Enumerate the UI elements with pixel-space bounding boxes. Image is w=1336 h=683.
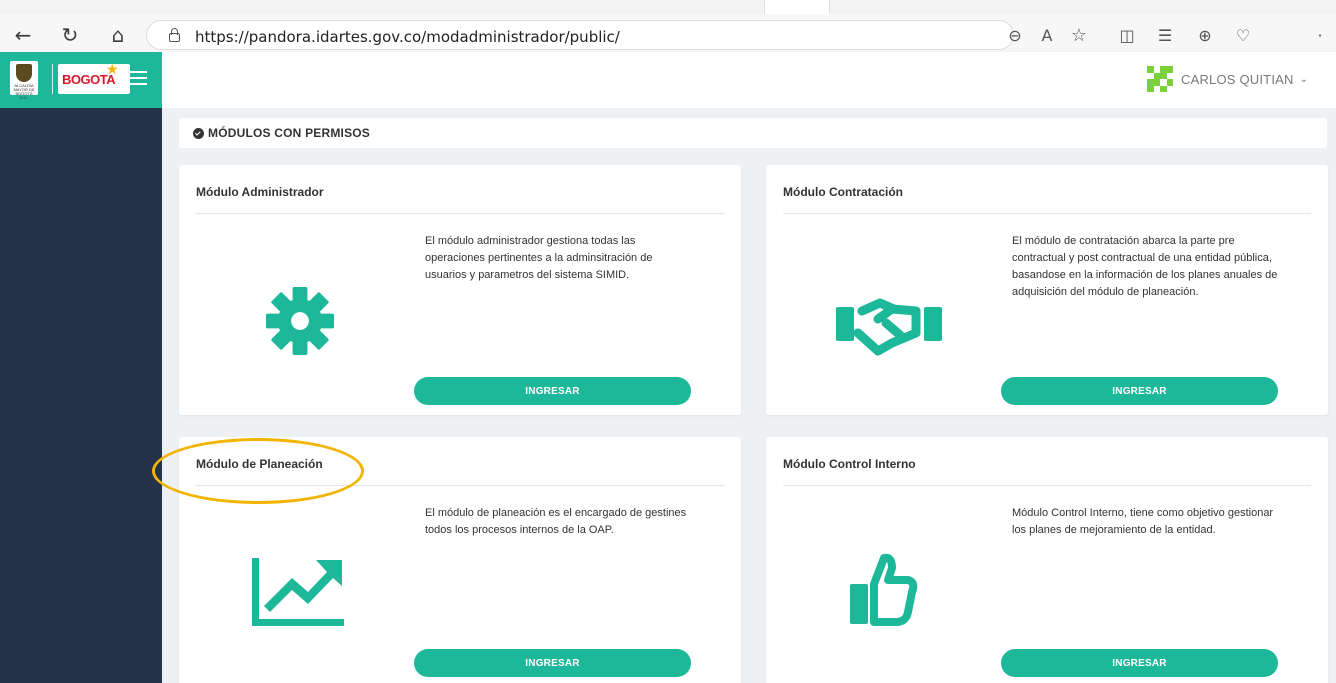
favorite-star-icon[interactable]: ☆ bbox=[1064, 20, 1094, 50]
ingresar-button-contratacion[interactable]: INGRESAR bbox=[1001, 377, 1278, 405]
module-description: El módulo de planeación es el encargado … bbox=[425, 507, 687, 536]
main-content: MÓDULOS CON PERMISOS Módulo Administrado… bbox=[162, 108, 1336, 683]
section-title: MÓDULOS CON PERMISOS bbox=[208, 126, 371, 140]
reload-button[interactable]: ↻ bbox=[55, 20, 85, 50]
split-screen-icon[interactable]: ◫ bbox=[1112, 20, 1142, 50]
app-header: ALCALDÍA MAYOR DE BOGOTÁ D.C. BOGOTA ★ C… bbox=[0, 52, 1336, 108]
brand-area: ALCALDÍA MAYOR DE BOGOTÁ D.C. BOGOTA ★ bbox=[0, 52, 162, 108]
ingresar-button-planeacion[interactable]: INGRESAR bbox=[414, 649, 691, 677]
module-title: Módulo Contratación bbox=[783, 185, 903, 199]
collections-icon[interactable]: ⊕ bbox=[1190, 20, 1220, 50]
module-description: Módulo Control Interno, tiene como objet… bbox=[1012, 507, 1274, 536]
browser-essentials-icon[interactable]: ♡ bbox=[1228, 20, 1258, 50]
sidebar bbox=[0, 108, 162, 683]
module-card-administrador: Módulo Administrador El módulo administr… bbox=[179, 165, 741, 415]
menu-toggle-icon[interactable] bbox=[129, 70, 147, 86]
module-description: El módulo administrador gestiona todas l… bbox=[425, 235, 653, 281]
bogota-coat-of-arms-logo: ALCALDÍA MAYOR DE BOGOTÁ D.C. bbox=[10, 61, 38, 100]
more-icon[interactable]: · bbox=[1310, 20, 1330, 50]
lock-icon bbox=[169, 28, 180, 42]
tab-strip bbox=[0, 0, 1336, 14]
module-card-planeacion: Módulo de Planeación El módulo de planea… bbox=[179, 437, 741, 683]
user-name[interactable]: CARLOS QUITIAN bbox=[1181, 72, 1294, 87]
chevron-down-icon[interactable]: ⌄ bbox=[1300, 74, 1308, 85]
bogota-logo: BOGOTA ★ bbox=[58, 62, 130, 94]
gear-icon bbox=[265, 286, 335, 356]
module-card-contratacion: Módulo Contratación El módulo de contrat… bbox=[766, 165, 1328, 415]
zoom-icon[interactable]: ⊖ bbox=[1000, 20, 1030, 50]
ingresar-button-control-interno[interactable]: INGRESAR bbox=[1001, 649, 1278, 677]
module-card-control-interno: Módulo Control Interno Módulo Control In… bbox=[766, 437, 1328, 683]
handshake-icon bbox=[836, 298, 942, 356]
module-title: Módulo de Planeación bbox=[196, 457, 323, 471]
thumbs-up-icon bbox=[850, 553, 918, 626]
user-avatar bbox=[1147, 66, 1173, 92]
trend-chart-icon bbox=[252, 558, 344, 626]
check-circle-icon bbox=[193, 127, 204, 139]
section-header: MÓDULOS CON PERMISOS bbox=[179, 118, 1327, 148]
read-aloud-icon[interactable]: A bbox=[1032, 20, 1062, 50]
user-menu[interactable]: CARLOS QUITIAN ⌄ bbox=[1147, 64, 1308, 94]
active-tab[interactable] bbox=[764, 0, 830, 14]
address-bar[interactable]: https://pandora.idartes.gov.co/modadmini… bbox=[146, 20, 1014, 50]
favorites-icon[interactable]: ☰ bbox=[1150, 20, 1180, 50]
module-title: Módulo Administrador bbox=[196, 185, 324, 199]
back-button[interactable]: ← bbox=[8, 20, 38, 50]
url-text[interactable]: https://pandora.idartes.gov.co/modadmini… bbox=[195, 28, 620, 46]
module-description: El módulo de contratación abarca la part… bbox=[1012, 235, 1278, 298]
home-button[interactable]: ⌂ bbox=[103, 20, 133, 50]
ingresar-button-administrador[interactable]: INGRESAR bbox=[414, 377, 691, 405]
module-title: Módulo Control Interno bbox=[783, 457, 916, 471]
